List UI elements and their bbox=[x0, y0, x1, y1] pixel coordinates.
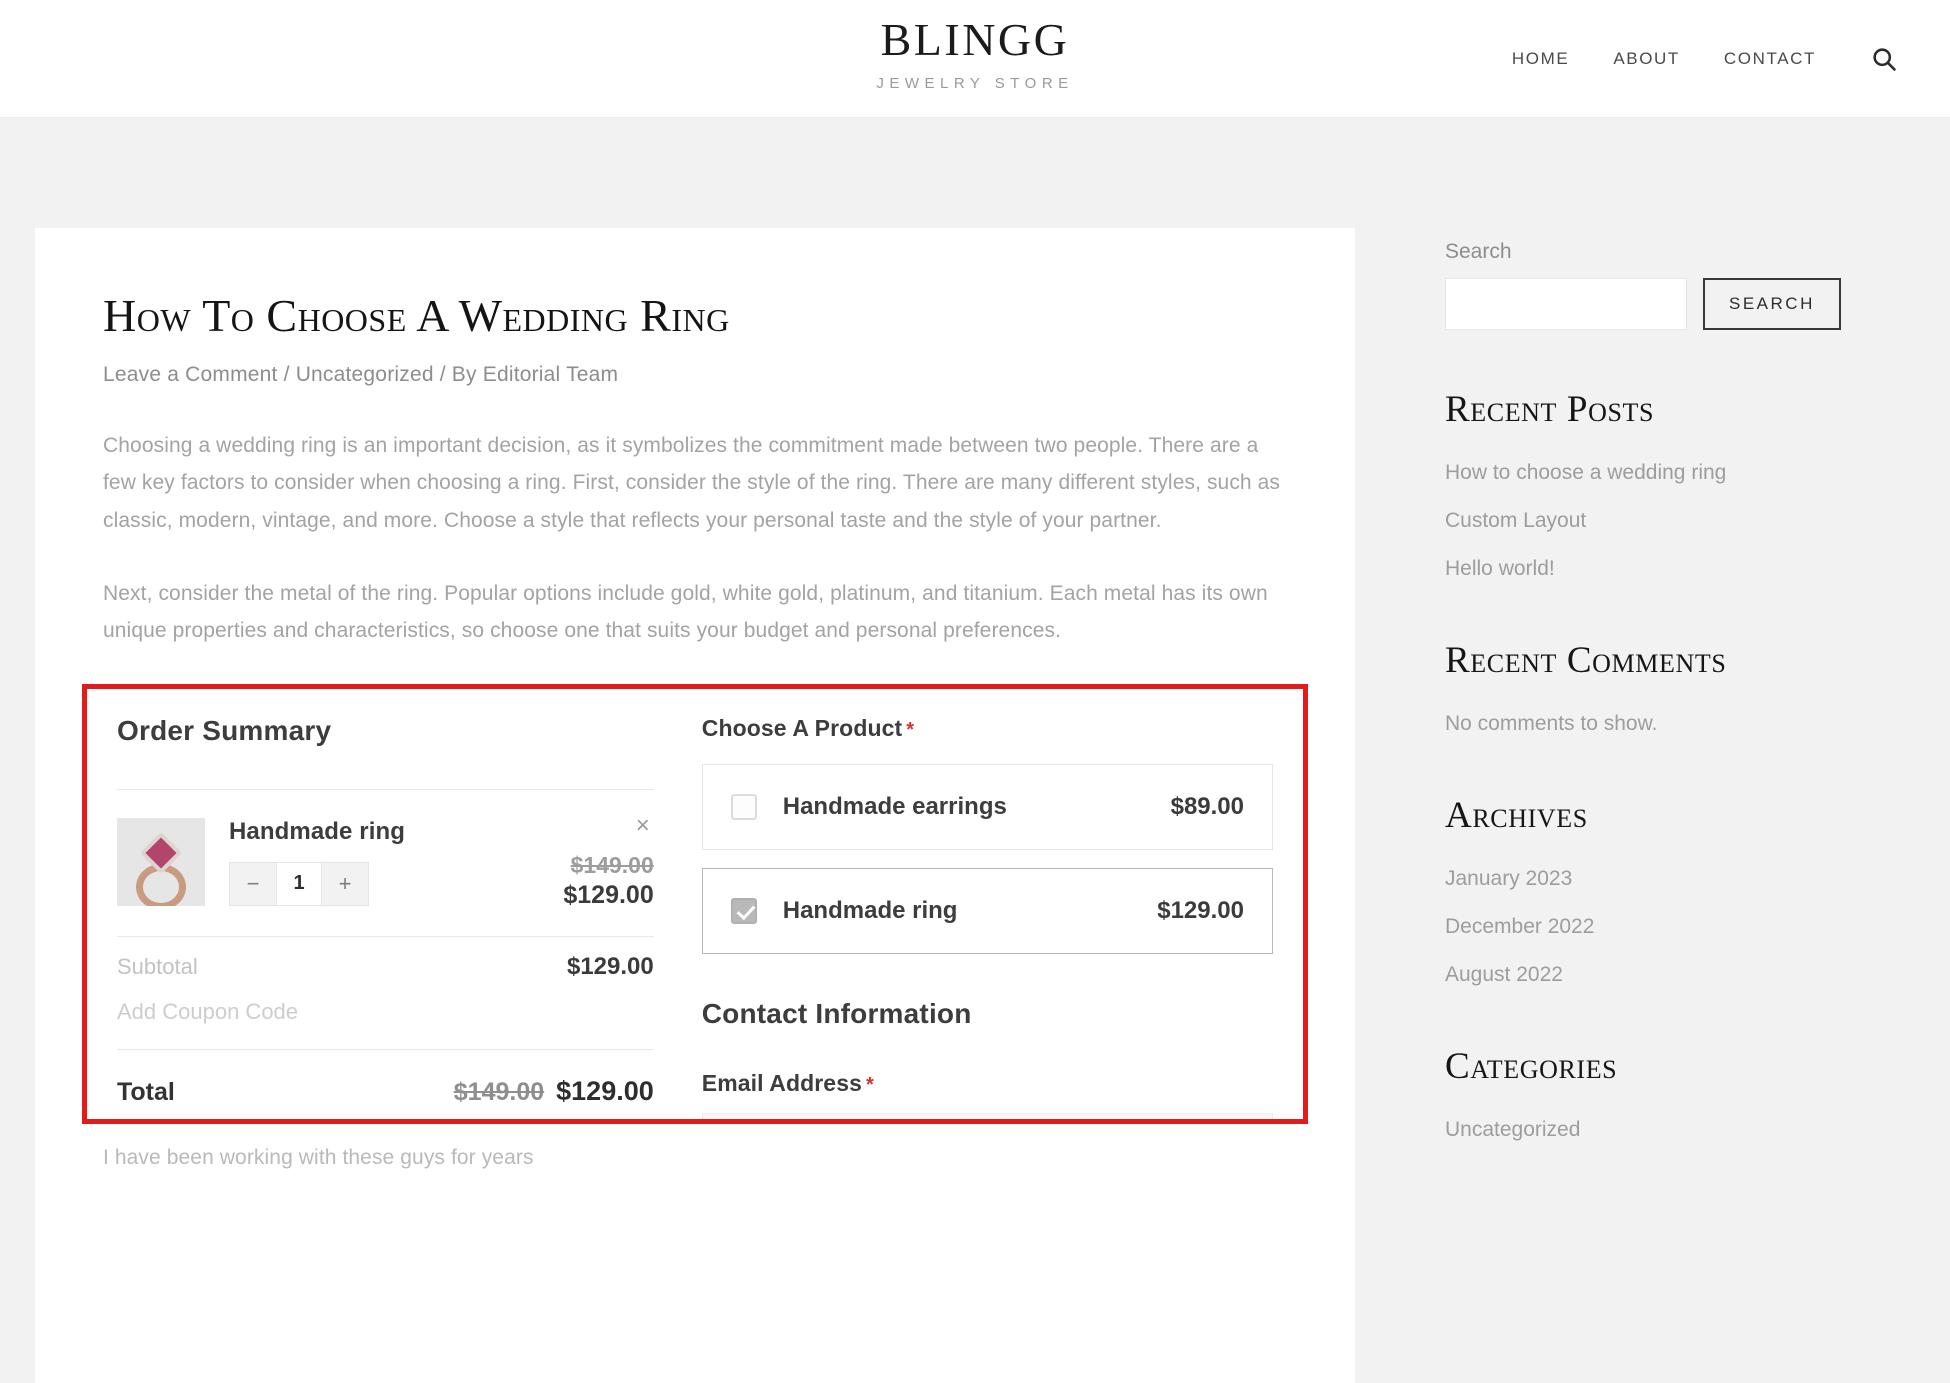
recent-comments-widget: Recent Comments No comments to show. bbox=[1445, 639, 1855, 736]
list-item: December 2022 bbox=[1445, 915, 1855, 939]
choose-product-label: Choose A Product * bbox=[702, 715, 1273, 742]
post-body: Choosing a wedding ring is an important … bbox=[103, 427, 1287, 650]
product-option-handmade-earrings[interactable]: Handmade earrings $89.00 bbox=[701, 763, 1273, 850]
categories-title: Categories bbox=[1445, 1046, 1618, 1087]
recent-post-link[interactable]: How to choose a wedding ring bbox=[1445, 461, 1726, 484]
subtotal-row: Subtotal $129.00 bbox=[117, 937, 654, 985]
site-header: BLINGG JEWELRY STORE HOME ABOUT CONTACT bbox=[0, 0, 1950, 118]
checkbox-checked-icon[interactable] bbox=[730, 897, 757, 924]
search-input[interactable] bbox=[1445, 278, 1687, 330]
post-meta: Leave a Comment / Uncategorized / By Edi… bbox=[103, 362, 619, 386]
remove-item-button[interactable]: × bbox=[636, 813, 650, 838]
quantity-increment-button[interactable]: + bbox=[322, 862, 368, 905]
cart-item-name: Handmade ring bbox=[229, 817, 405, 845]
page-title: How To Choose A Wedding Ring bbox=[103, 290, 730, 341]
archives-title: Archives bbox=[1445, 795, 1588, 836]
quantity-stepper: − 1 + bbox=[229, 861, 369, 906]
add-coupon-code-link[interactable]: Add Coupon Code bbox=[117, 985, 654, 1049]
total-label: Total bbox=[117, 1077, 175, 1106]
search-widget-label: Search bbox=[1445, 240, 1512, 263]
cart-item-pricing: $149.00 $129.00 bbox=[504, 818, 654, 910]
total-current-price: $129.00 bbox=[556, 1075, 654, 1106]
list-item: Uncategorized bbox=[1445, 1118, 1855, 1142]
list-item: August 2022 bbox=[1445, 963, 1855, 987]
recent-posts-widget: Recent Posts How to choose a wedding rin… bbox=[1445, 388, 1855, 581]
product-option-price: $129.00 bbox=[1157, 896, 1244, 924]
total-original-price: $149.00 bbox=[453, 1077, 545, 1106]
recent-comments-title: Recent Comments bbox=[1445, 640, 1727, 681]
recent-comments-empty-note: No comments to show. bbox=[1445, 712, 1658, 735]
category-link[interactable]: Uncategorized bbox=[1445, 1118, 1580, 1141]
archives-list: January 2023 December 2022 August 2022 bbox=[1445, 867, 1855, 987]
archives-widget: Archives January 2023 December 2022 Augu… bbox=[1445, 794, 1855, 987]
article-card: How To Choose A Wedding Ring Leave a Com… bbox=[35, 228, 1355, 1383]
archive-link[interactable]: August 2022 bbox=[1445, 963, 1563, 986]
post-paragraph-2: Next, consider the metal of the ring. Po… bbox=[103, 582, 1268, 643]
nav-item-contact[interactable]: CONTACT bbox=[1724, 49, 1816, 69]
product-option-list: Handmade earrings $89.00 Handmade ring $… bbox=[701, 763, 1273, 954]
required-asterisk-icon: * bbox=[865, 1073, 874, 1096]
quantity-value[interactable]: 1 bbox=[276, 862, 322, 905]
brand-tagline: JEWELRY STORE bbox=[876, 75, 1074, 93]
subtotal-label: Subtotal bbox=[117, 953, 198, 979]
required-asterisk-icon: * bbox=[906, 718, 915, 741]
total-row: Total $149.00 $129.00 bbox=[117, 1050, 654, 1107]
list-item: January 2023 bbox=[1445, 867, 1855, 891]
subtotal-value: $129.00 bbox=[566, 952, 654, 980]
search-widget: Search SEARCH bbox=[1445, 240, 1855, 330]
cart-line-item: Handmade ring − 1 + $149.00 $129.00 × bbox=[117, 790, 654, 936]
search-toggle-button[interactable] bbox=[1870, 45, 1898, 73]
product-option-handmade-ring[interactable]: Handmade ring $129.00 bbox=[701, 867, 1273, 954]
order-summary-heading: Order Summary bbox=[117, 714, 332, 746]
product-option-name: Handmade ring bbox=[782, 896, 958, 924]
checkbox-unchecked-icon[interactable] bbox=[730, 793, 757, 820]
recent-posts-title: Recent Posts bbox=[1445, 389, 1655, 430]
archive-link[interactable]: December 2022 bbox=[1445, 915, 1594, 938]
nav-item-about[interactable]: ABOUT bbox=[1613, 49, 1680, 69]
list-item: Custom Layout bbox=[1445, 509, 1855, 533]
checkout-form-highlight: Order Summary Handmade ring − 1 + $149.0… bbox=[82, 683, 1308, 1124]
testimonial-text: I have been working with these guys for … bbox=[103, 1145, 534, 1169]
quantity-decrement-button[interactable]: − bbox=[230, 862, 276, 905]
email-address-label-text: Email Address bbox=[701, 1069, 862, 1096]
page-wrapper: How To Choose A Wedding Ring Leave a Com… bbox=[0, 118, 1950, 1383]
sidebar: Search SEARCH Recent Posts How to choose… bbox=[1355, 228, 1855, 1200]
recent-post-link[interactable]: Hello world! bbox=[1445, 557, 1555, 580]
categories-widget: Categories Uncategorized bbox=[1445, 1045, 1855, 1142]
email-address-label: Email Address * bbox=[702, 1070, 1273, 1097]
cart-item-original-price: $149.00 bbox=[570, 851, 654, 878]
archive-link[interactable]: January 2023 bbox=[1445, 867, 1572, 890]
order-summary-column: Order Summary Handmade ring − 1 + $149.0… bbox=[117, 714, 654, 1119]
main-navigation: HOME ABOUT CONTACT bbox=[1512, 45, 1898, 73]
choose-product-label-text: Choose A Product bbox=[701, 714, 903, 741]
product-option-price: $89.00 bbox=[1170, 792, 1244, 820]
product-selection-column: Choose A Product * Handmade earrings $89.… bbox=[701, 715, 1273, 1119]
post-paragraph-1: Choosing a wedding ring is an important … bbox=[103, 433, 1281, 532]
handmade-ring-thumbnail bbox=[117, 817, 205, 906]
list-item: Hello world! bbox=[1445, 557, 1855, 581]
recent-post-link[interactable]: Custom Layout bbox=[1445, 509, 1586, 532]
cart-item-current-price: $129.00 bbox=[563, 880, 654, 909]
search-icon bbox=[1873, 47, 1896, 71]
email-field[interactable]: gmail.com bbox=[701, 1112, 1273, 1119]
nav-item-home[interactable]: HOME bbox=[1512, 49, 1569, 69]
list-item: How to choose a wedding ring bbox=[1445, 461, 1855, 485]
product-option-name: Handmade earrings bbox=[782, 792, 1007, 820]
recent-posts-list: How to choose a wedding ring Custom Layo… bbox=[1445, 461, 1855, 581]
categories-list: Uncategorized bbox=[1445, 1118, 1855, 1142]
search-submit-button[interactable]: SEARCH bbox=[1703, 278, 1841, 330]
contact-information-heading: Contact Information bbox=[701, 997, 972, 1029]
